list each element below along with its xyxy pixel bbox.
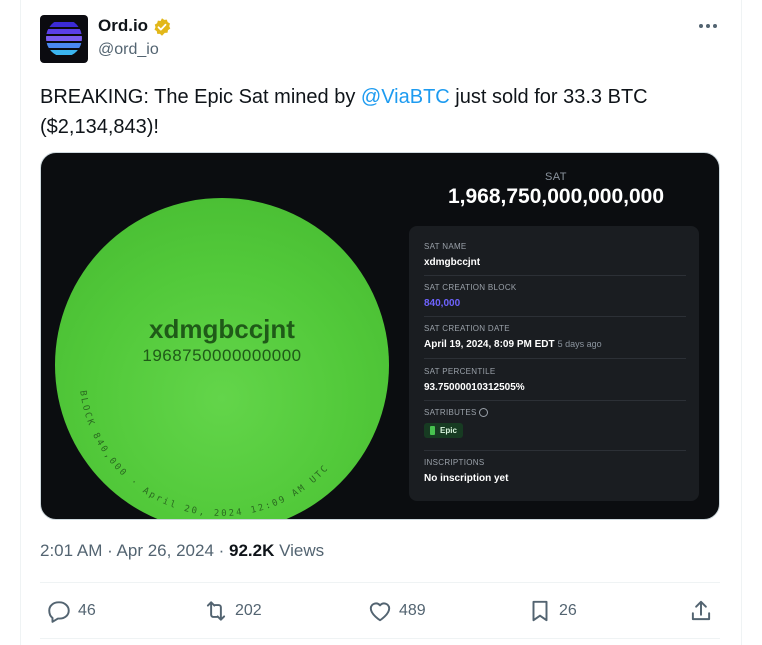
author-handle[interactable]: @ord_io bbox=[98, 41, 159, 59]
svg-text:BLOCK 840,000 · April 20, 2024: BLOCK 840,000 · April 20, 2024 12:09 AM … bbox=[77, 390, 331, 519]
field-value: 93.75000010312505% bbox=[424, 382, 525, 393]
ord-logo-icon bbox=[46, 19, 82, 57]
field-inscriptions: INSCRIPTIONS No inscription yet bbox=[424, 458, 686, 484]
divider bbox=[424, 450, 686, 451]
reply-icon bbox=[48, 601, 70, 623]
retweet-icon bbox=[206, 601, 226, 621]
views-label: Views bbox=[274, 541, 325, 560]
bookmark-icon bbox=[532, 600, 548, 622]
field-value: April 19, 2024, 8:09 PM EDT bbox=[424, 339, 555, 350]
divider bbox=[424, 400, 686, 401]
field-label: SAT NAME bbox=[424, 242, 467, 251]
divider bbox=[424, 275, 686, 276]
orb-sat-number: 1968750000000000 bbox=[142, 346, 302, 365]
field-label: SATRIBUTES bbox=[424, 408, 477, 417]
bookmark-count: 26 bbox=[559, 602, 577, 619]
tweet-text: BREAKING: The Epic Sat mined by @ViaBTC … bbox=[40, 82, 700, 142]
tweet-date[interactable]: Apr 26, 2024 bbox=[117, 541, 214, 560]
divider bbox=[40, 582, 720, 583]
tweet-time[interactable]: 2:01 AM bbox=[40, 541, 102, 560]
verified-badge-icon bbox=[154, 18, 171, 36]
author-name[interactable]: Ord.io bbox=[98, 16, 148, 36]
divider bbox=[40, 638, 720, 639]
share-icon bbox=[691, 600, 711, 621]
epic-icon bbox=[430, 426, 435, 436]
field-label: INSCRIPTIONS bbox=[424, 458, 485, 467]
field-value: xdmgbccjnt bbox=[424, 257, 481, 268]
orb-sat-name: xdmgbccjnt bbox=[149, 314, 295, 344]
reply-button[interactable]: 46 bbox=[46, 597, 96, 625]
field-creation-block: SAT CREATION BLOCK 840,000 bbox=[424, 283, 686, 309]
field-label: SAT PERCENTILE bbox=[424, 367, 496, 376]
sat-orb: BLOCK 840,000 · April 20, 2024 12:09 AM … bbox=[55, 198, 389, 519]
field-satributes: SATRIBUTES Epic bbox=[424, 408, 686, 440]
reply-count: 46 bbox=[78, 602, 96, 619]
relative-time: 5 days ago bbox=[557, 339, 602, 349]
field-label: SAT CREATION BLOCK bbox=[424, 283, 517, 292]
field-label: SAT CREATION DATE bbox=[424, 324, 510, 333]
badge-label: Epic bbox=[440, 426, 457, 436]
tweet-media-image[interactable]: BLOCK 840,000 · April 20, 2024 12:09 AM … bbox=[40, 152, 720, 520]
retweet-count: 202 bbox=[235, 602, 262, 619]
share-button[interactable] bbox=[688, 597, 714, 625]
separator: · bbox=[102, 541, 117, 560]
divider bbox=[424, 358, 686, 359]
field-sat-name: SAT NAME xdmgbccjnt bbox=[424, 242, 686, 268]
block-link[interactable]: 840,000 bbox=[424, 298, 686, 309]
views-count[interactable]: 92.2K bbox=[229, 541, 274, 560]
like-count: 489 bbox=[399, 602, 426, 619]
field-creation-date: SAT CREATION DATE April 19, 2024, 8:09 P… bbox=[424, 324, 686, 350]
tweet-text-before: BREAKING: The Epic Sat mined by bbox=[40, 86, 361, 108]
retweet-button[interactable]: 202 bbox=[203, 597, 262, 625]
field-percentile: SAT PERCENTILE 93.75000010312505% bbox=[424, 367, 686, 393]
divider bbox=[424, 316, 686, 317]
sat-label: SAT bbox=[544, 171, 568, 183]
sat-details-panel: SAT NAME xdmgbccjnt SAT CREATION BLOCK 8… bbox=[409, 226, 699, 501]
bookmark-button[interactable]: 26 bbox=[527, 597, 577, 625]
info-icon bbox=[478, 408, 488, 418]
sat-value: 1,968,750,000,000,000 bbox=[447, 185, 665, 208]
more-options-icon[interactable] bbox=[694, 14, 722, 38]
field-value: No inscription yet bbox=[424, 473, 509, 484]
like-button[interactable]: 489 bbox=[367, 597, 426, 625]
epic-badge: Epic bbox=[424, 423, 463, 439]
avatar[interactable] bbox=[40, 15, 88, 63]
separator: · bbox=[213, 541, 230, 560]
tweet-meta: 2:01 AM · Apr 26, 2024 · 92.2K Views bbox=[40, 541, 324, 561]
heart-icon bbox=[369, 602, 391, 622]
mention-link[interactable]: @ViaBTC bbox=[361, 86, 450, 108]
